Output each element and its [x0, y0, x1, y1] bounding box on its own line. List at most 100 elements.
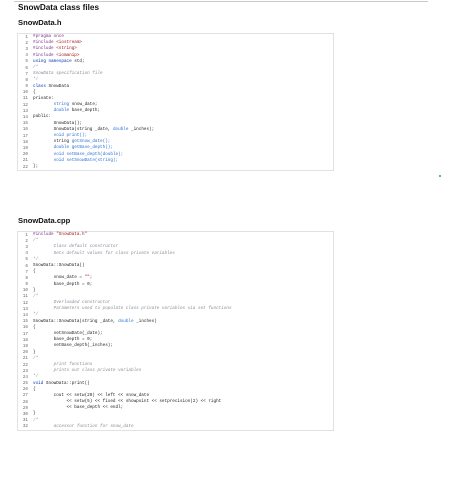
line-number: 6: [25, 263, 28, 269]
code-token: */: [33, 256, 39, 262]
code-token: {: [33, 324, 36, 330]
line-number: 27: [22, 393, 28, 399]
code-token: #include: [33, 232, 57, 237]
code-token: Sets default values for class private va…: [33, 250, 175, 256]
code-token: Overloaded constructor: [33, 300, 111, 306]
line-number: 6: [25, 65, 28, 71]
line-number: 13: [22, 108, 28, 114]
top-rule: [14, 1, 428, 2]
code-token: /*: [33, 64, 39, 70]
header-file-heading: SnowData.h: [18, 18, 62, 27]
line-number: 17: [22, 331, 28, 337]
page-title: SnowData class files: [18, 3, 99, 12]
code-token: base_depth = 0;: [33, 337, 93, 343]
code-text: base_depth = 0;: [33, 282, 93, 288]
line-number: 25: [22, 381, 28, 387]
code-token: }: [33, 411, 36, 417]
code-text: using namespace std;: [33, 59, 85, 65]
code-text: prints out class private variables: [33, 368, 142, 374]
code-token: std;: [74, 58, 85, 64]
code-token: <string>: [56, 46, 77, 52]
code-token: #include: [33, 52, 57, 58]
line-number: 16: [22, 325, 28, 331]
code-token: {: [33, 386, 36, 392]
code-token: void setBase_depth(double);: [53, 151, 124, 157]
line-number: 17: [22, 133, 28, 139]
line-number: 10: [22, 90, 28, 96]
code-token: */: [33, 77, 39, 83]
code-token: void: [33, 380, 44, 386]
line-number: 23: [22, 368, 28, 374]
code-token: print functions: [33, 361, 93, 367]
header-code-block: 1 #pragma once 2 #include <iostream> 3 #inclu…: [17, 33, 334, 172]
line-number: 5: [25, 59, 28, 65]
code-text: #include "SnowData.h": [33, 232, 87, 238]
code-token: void print();: [53, 133, 88, 138]
code-token: double: [112, 126, 129, 132]
code-token: <iostream>: [56, 40, 83, 46]
code-token: }: [33, 287, 36, 293]
code-token: << base_depth << endl;: [33, 405, 124, 411]
code-text: void SnowData::print(): [33, 381, 90, 387]
line-number: 4: [25, 53, 28, 59]
code-token: using namespace: [33, 58, 75, 64]
code-token: /*: [33, 293, 39, 299]
cpp-code-block: 1 #include "SnowData.h" 2 /* 3 Class default…: [17, 231, 334, 431]
code-token: setBase_depth(_inches);: [33, 343, 113, 349]
code-text: Parameters used to populate class privat…: [33, 306, 232, 312]
line-number: 10: [22, 288, 28, 294]
line-number: 2: [25, 238, 28, 244]
code-token: double getBase_depth();: [53, 145, 113, 151]
line-number: 1: [25, 34, 28, 40]
code-token: {: [33, 89, 36, 95]
code-line: 22};: [18, 164, 333, 170]
code-token: double: [118, 318, 134, 324]
code-text: setBase_depth(_inches);: [33, 343, 113, 349]
line-number: 12: [22, 102, 28, 108]
code-token: ;: [89, 275, 93, 281]
line-number: 9: [25, 84, 28, 90]
line-number: 21: [22, 158, 28, 164]
code-token: "SnowData.h": [56, 232, 88, 237]
code-token: class: [33, 83, 49, 89]
line-number: 19: [22, 145, 28, 151]
line-number: 20: [22, 152, 28, 158]
line-number: 11: [22, 96, 28, 102]
line-number: 28: [22, 399, 28, 405]
line-number: 12: [22, 300, 28, 306]
code-text: void setSnowDate(string);: [33, 158, 118, 164]
line-number: 9: [25, 282, 28, 288]
code-token: double: [53, 108, 70, 114]
code-token: private:: [33, 95, 54, 101]
code-token: base_depth;: [69, 108, 101, 114]
code-token: */: [33, 312, 39, 318]
line-number: 18: [22, 337, 28, 343]
line-number: 14: [22, 115, 28, 121]
code-token: };: [33, 163, 39, 169]
line-number: 13: [22, 306, 28, 312]
line-number: 21: [22, 356, 28, 362]
code-token: }: [33, 349, 36, 355]
line-number: 4: [25, 251, 28, 257]
line-number: 3: [25, 46, 28, 52]
code-text: SnowData specification file: [33, 71, 103, 77]
line-number: 8: [25, 77, 28, 83]
code-token: <iomanip>: [56, 52, 80, 58]
line-number: 11: [22, 294, 28, 300]
code-token: SnowData::SnowData(): [33, 262, 85, 268]
line-number: 30: [22, 412, 28, 418]
code-token: getSnow_date();: [71, 139, 111, 145]
cpp-file-heading: SnowData.cpp: [18, 216, 71, 225]
line-number: 18: [22, 139, 28, 145]
code-token: << setw(5) << fixed << showpoint << setp…: [33, 399, 222, 405]
line-number: 8: [25, 275, 28, 281]
line-number: 5: [25, 257, 28, 263]
code-line: 32 accessor function for snow_date: [18, 424, 333, 430]
code-text: SnowData::SnowData(): [33, 263, 85, 269]
code-token: snow_date;: [69, 102, 98, 108]
